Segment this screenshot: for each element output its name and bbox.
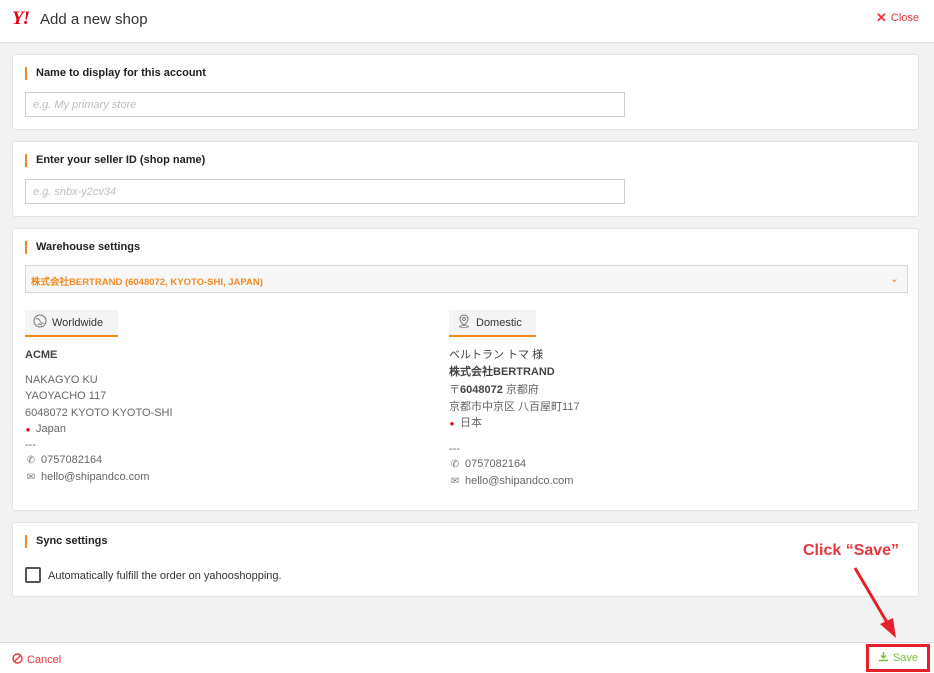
worldwide-address: ACME NAKAGYO KU YAOYACHO 117 6048072 KYO… — [25, 347, 425, 487]
worldwide-line3: 6048072 KYOTO KYOTO-SHI — [25, 406, 173, 419]
mail-icon: ✉ — [450, 476, 460, 487]
worldwide-line2: YAOYACHO 117 — [25, 390, 107, 402]
seller-id-card: Enter your seller ID (shop name) — [12, 141, 919, 217]
domestic-address: ベルトラン トマ 様 株式会社BERTRAND 〒6048072 京都府 京都市… — [449, 347, 889, 491]
japan-flag-icon: ● — [449, 419, 455, 428]
postal-mark: 〒 — [449, 384, 460, 396]
modal-title: Add a new shop — [40, 11, 148, 28]
auto-fulfill-checkbox[interactable] — [25, 567, 41, 583]
worldwide-line1: NAKAGYO KU — [25, 373, 98, 386]
domestic-separator: --- — [449, 442, 460, 455]
domestic-email: hello@shipandco.com — [465, 475, 574, 487]
modal-footer: Cancel Save — [0, 642, 934, 673]
domestic-postal: 6048072 — [460, 384, 503, 396]
worldwide-company: ACME — [25, 349, 58, 361]
worldwide-separator: --- — [25, 438, 36, 451]
save-button[interactable]: Save — [866, 644, 930, 672]
close-label: Close — [890, 12, 919, 24]
domestic-country-row: ● 日本 — [449, 415, 889, 433]
x-icon: ✕ — [875, 10, 887, 25]
domestic-prefecture: 京都府 — [502, 384, 539, 396]
domestic-postal-row: 〒6048072 京都府 — [449, 382, 889, 399]
click-save-annotation: Click “Save” — [803, 542, 900, 559]
cancel-button[interactable]: Cancel — [12, 653, 61, 667]
japan-flag-icon: ● — [25, 425, 31, 434]
sync-section-title: Sync settings — [25, 535, 108, 548]
warehouse-selected-value: 株式会社BERTRAND (6048072, KYOTO-SHI, JAPAN) — [31, 277, 263, 288]
domestic-tab[interactable]: Domestic — [449, 310, 536, 337]
domestic-phone: 0757082164 — [465, 457, 527, 470]
domestic-company: 株式会社BERTRAND — [449, 365, 555, 378]
globe-icon — [33, 314, 47, 331]
yahoo-logo: Y! — [12, 8, 30, 29]
worldwide-tab-label: Worldwide — [52, 316, 104, 329]
modal-header: Y! Add a new shop ✕ Close — [0, 0, 934, 43]
sync-card: Sync settings Automatically fulfill the … — [12, 522, 919, 597]
auto-fulfill-label: Automatically fulfill the order on yahoo… — [48, 570, 282, 582]
seller-section-title: Enter your seller ID (shop name) — [25, 154, 205, 167]
warehouse-card: Warehouse settings 株式会社BERTRAND (6048072… — [12, 228, 919, 511]
worldwide-tab[interactable]: Worldwide — [25, 310, 118, 337]
chevron-down-icon: ⌄ — [889, 273, 899, 285]
worldwide-phone-row: ✆ 0757082164 — [25, 452, 425, 470]
worldwide-country-row: ● Japan — [25, 421, 425, 439]
display-name-input[interactable] — [25, 92, 625, 117]
domestic-phone-row: ✆ 0757082164 — [449, 456, 889, 474]
mail-icon: ✉ — [26, 472, 36, 483]
worldwide-email-row: ✉ hello@shipandco.com — [25, 469, 425, 487]
domestic-email-row: ✉ hello@shipandco.com — [449, 473, 889, 491]
warehouse-select[interactable]: 株式会社BERTRAND (6048072, KYOTO-SHI, JAPAN)… — [25, 265, 908, 293]
seller-id-input[interactable] — [25, 179, 625, 204]
worldwide-country: Japan — [36, 423, 66, 435]
domestic-country: 日本 — [460, 417, 482, 429]
name-section-title: Name to display for this account — [25, 67, 206, 80]
worldwide-email: hello@shipandco.com — [41, 471, 150, 483]
map-pin-icon — [457, 314, 471, 331]
worldwide-phone: 0757082164 — [41, 453, 103, 466]
close-button[interactable]: ✕ Close — [876, 10, 919, 26]
domestic-tab-label: Domestic — [476, 316, 522, 329]
phone-icon: ✆ — [26, 454, 36, 466]
domestic-line2: 京都市中京区 八百屋町117 — [449, 400, 580, 413]
download-icon — [878, 651, 889, 665]
name-card: Name to display for this account — [12, 54, 919, 130]
phone-icon: ✆ — [450, 458, 460, 470]
domestic-name: ベルトラン トマ 様 — [449, 349, 544, 361]
warehouse-section-title: Warehouse settings — [25, 241, 140, 254]
ban-icon — [12, 653, 23, 667]
cancel-label: Cancel — [27, 654, 62, 666]
save-label: Save — [892, 652, 919, 664]
